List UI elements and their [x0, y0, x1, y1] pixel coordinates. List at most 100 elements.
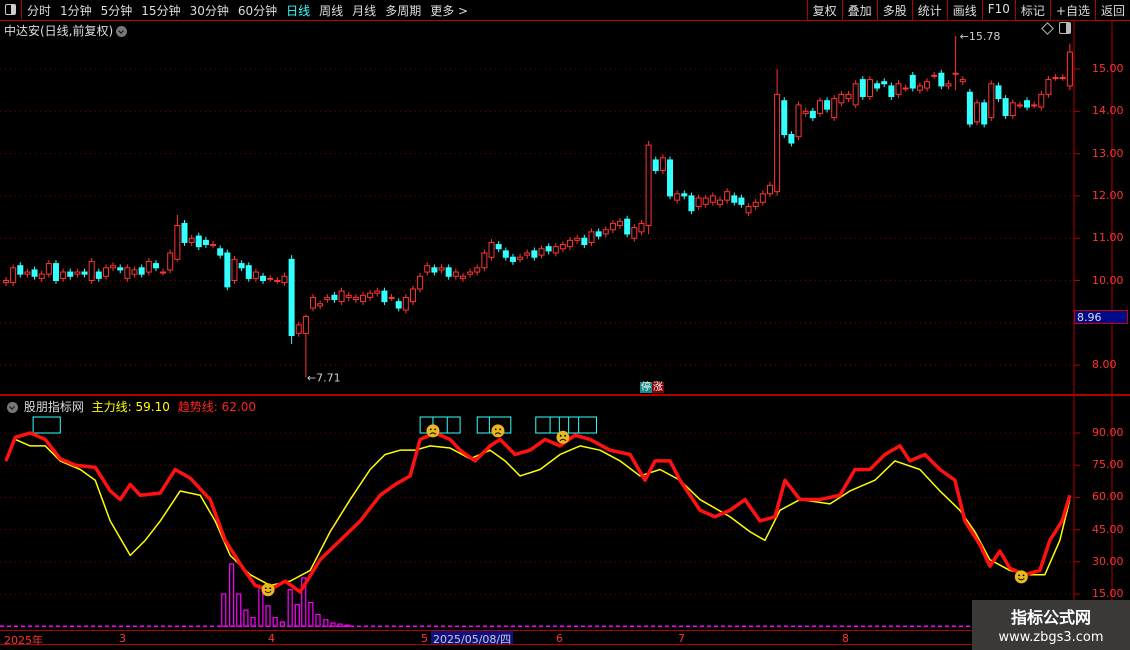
candle-up: [438, 267, 445, 271]
signal-bar: [243, 609, 249, 627]
candle-down: [152, 263, 159, 269]
candle-down: [809, 110, 816, 119]
candle-up: [538, 248, 545, 256]
candle-up: [481, 252, 488, 269]
main-line-label: 主力线:: [91, 400, 132, 414]
candle-up: [674, 193, 681, 201]
signal-bar: [265, 605, 271, 627]
candle-up: [10, 267, 17, 284]
candle-up: [1031, 104, 1038, 107]
indicator-tick: 45.00: [1092, 522, 1124, 536]
candle-up: [231, 258, 238, 282]
signal-bar: [344, 624, 350, 627]
trend-line-label: 趋势线:: [177, 400, 218, 414]
candle-down: [531, 250, 538, 258]
indicator-tick: 60.00: [1092, 490, 1124, 504]
candle-up: [774, 93, 781, 193]
candle-up: [367, 292, 374, 298]
candle-down: [688, 195, 695, 212]
date-label: 8: [842, 632, 849, 645]
candle-down: [224, 252, 231, 288]
chart-canvas[interactable]: ←15.78 ←7.71: [0, 0, 1130, 650]
candle-up: [588, 231, 595, 243]
candle-down: [966, 91, 973, 125]
candle-down: [681, 193, 688, 197]
signal-bar: [315, 613, 321, 627]
candle-up: [295, 324, 302, 334]
candle-up: [88, 260, 95, 281]
candle-up: [210, 244, 217, 247]
candle-up: [45, 263, 52, 275]
watermark: 指标公式网 www.zbgs3.com: [972, 600, 1130, 650]
signal-box: [32, 416, 61, 434]
candle-down: [95, 271, 102, 279]
candle-down: [138, 267, 145, 275]
candle-up: [338, 290, 345, 303]
candle-up: [945, 83, 952, 87]
candle-down: [17, 265, 24, 275]
candle-up: [360, 294, 366, 303]
candle-down: [781, 100, 788, 136]
limit-marker: 停涨: [640, 381, 664, 394]
sad-face-icon: [491, 424, 505, 438]
candle-up: [559, 244, 566, 250]
date-label: 7: [678, 632, 685, 645]
candle-up: [831, 98, 838, 119]
candle-up: [281, 275, 288, 284]
face-eye: [494, 428, 497, 431]
face-eye: [429, 428, 432, 431]
candle-down: [195, 235, 202, 248]
face-eye: [264, 587, 267, 590]
candle-down: [260, 275, 267, 281]
candle-down: [824, 100, 831, 110]
candle-up: [467, 271, 474, 275]
indicator-title: 股朋指标网 主力线: 59.10 趋势线: 62.00: [4, 398, 256, 415]
candle-up: [252, 271, 259, 279]
date-axis: 2025年 3 4 5 2025/05/08/四 6 7 8: [0, 630, 1130, 647]
candle-up: [838, 93, 845, 104]
candle-up: [602, 229, 609, 235]
signal-bar: [308, 602, 314, 627]
face-eye: [499, 428, 502, 431]
candle-up: [374, 290, 381, 294]
signal-bar: [330, 622, 336, 627]
candle-down: [595, 231, 602, 237]
candle-up: [709, 195, 716, 203]
candle-up: [1016, 104, 1023, 107]
signal-bar: [258, 586, 264, 627]
candle-up: [167, 252, 174, 271]
candle-down: [624, 218, 631, 235]
indicator-tick: 15.00: [1092, 587, 1124, 601]
indicator-dropdown-icon[interactable]: [7, 402, 18, 413]
candle-down: [652, 159, 659, 172]
candle-up: [452, 271, 459, 277]
candle-up: [916, 85, 923, 91]
low-price-label: ←7.71: [307, 371, 341, 384]
current-price-tag: 8.96: [1074, 310, 1128, 324]
candle-down: [495, 244, 502, 250]
price-tick: 10.00: [1092, 273, 1124, 287]
candle-up: [145, 260, 152, 273]
candle-down: [395, 301, 402, 309]
date-label: 3: [119, 632, 126, 645]
candle-up: [1045, 79, 1052, 95]
candle-down: [881, 81, 888, 85]
candle-down: [502, 250, 509, 258]
candle-up: [931, 74, 938, 77]
signal-bar: [337, 623, 343, 627]
candle-up: [474, 267, 481, 273]
candle-up: [131, 269, 138, 275]
price-tick: 15.00: [1092, 62, 1124, 75]
candle-up: [552, 246, 559, 254]
candle-up: [924, 81, 931, 89]
candle-up: [617, 220, 624, 227]
happy-face-icon: [261, 583, 275, 597]
date-label: 4: [268, 632, 275, 645]
candle-down: [217, 248, 224, 256]
candle-up: [759, 193, 766, 203]
signal-box: [419, 416, 461, 434]
candle-down: [859, 79, 866, 97]
price-tick: 8.00: [1092, 358, 1117, 372]
candle-up: [517, 256, 524, 260]
candle-up: [174, 225, 181, 260]
